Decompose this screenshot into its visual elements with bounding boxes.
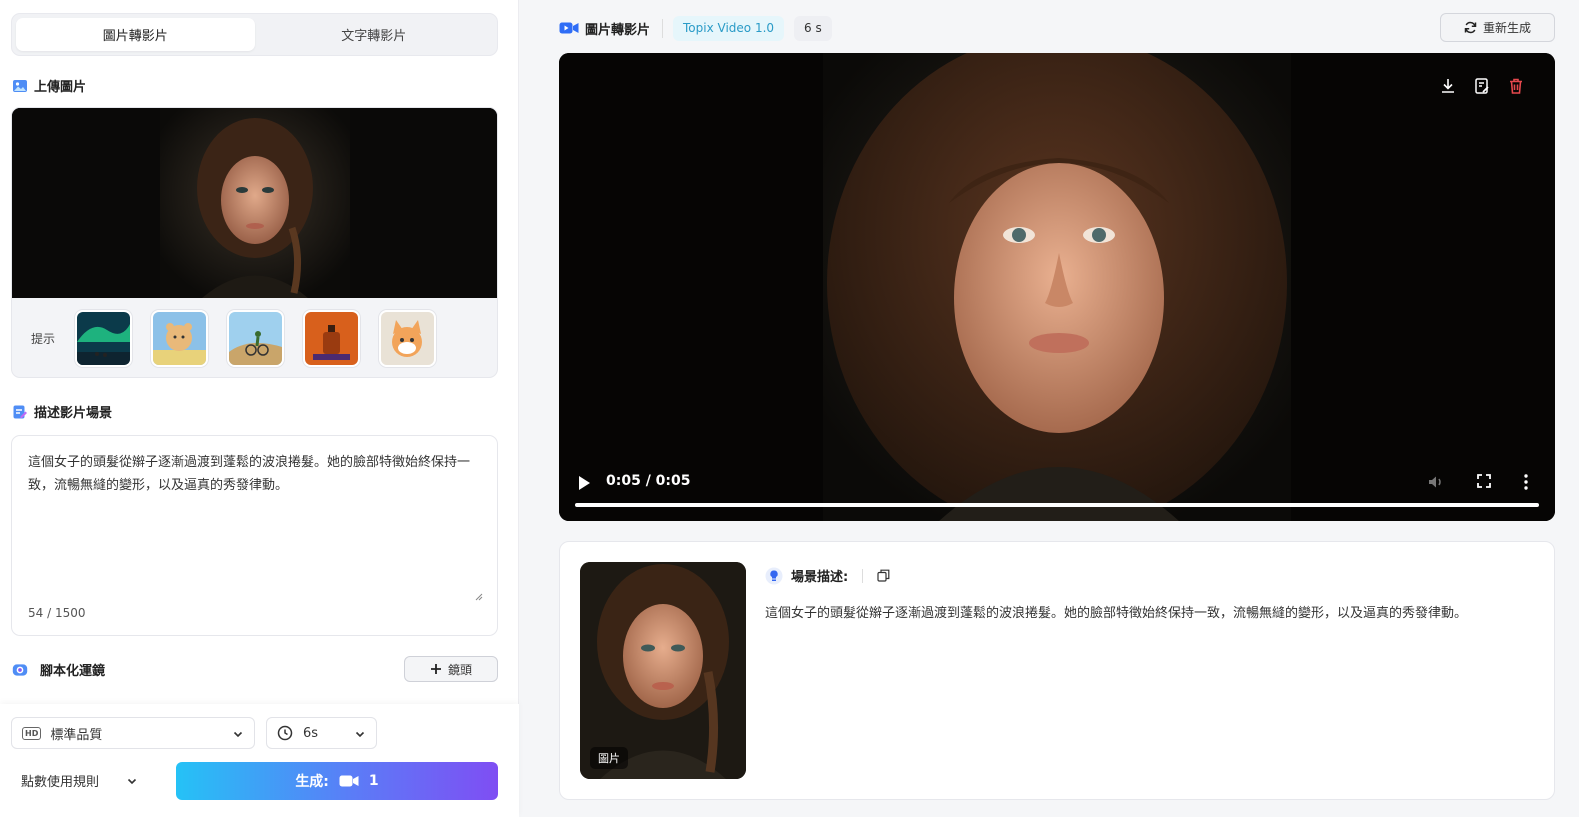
mode-tabs: 圖片轉影片 文字轉影片 (11, 13, 498, 56)
generate-label: 生成: (295, 774, 329, 790)
clock-icon (277, 725, 293, 741)
credit-rules-label: 點數使用規則 (21, 775, 100, 790)
video-frame (559, 53, 1555, 521)
video-controls: 0:05 / 0:05 (559, 461, 1555, 521)
duration-value: 6s (303, 725, 319, 741)
result-title: 圖片轉影片 (559, 18, 664, 38)
bottom-bar: HD 標準品質 6s 點數使用規則 生成: 1 (0, 704, 519, 817)
upload-box[interactable]: 提示 (11, 107, 498, 378)
chevron-down-icon (127, 778, 137, 784)
tab-text-to-video[interactable]: 文字轉影片 (255, 18, 494, 51)
cyclist-thumb[interactable] (227, 310, 284, 367)
video-toolbar (1439, 77, 1525, 95)
upload-section-title: 上傳圖片 (12, 76, 86, 95)
model-badge: Topix Video 1.0 (673, 15, 785, 41)
video-player[interactable]: 0:05 / 0:05 (559, 53, 1555, 521)
bear-thumb[interactable] (151, 310, 208, 367)
left-panel: 圖片轉影片 文字轉影片 上傳圖片 提示 描述影片場景 這個女子的頭髮從辮子逐漸過… (0, 0, 519, 817)
copy-icon[interactable] (877, 569, 890, 582)
plus-icon (430, 664, 441, 674)
description-text[interactable]: 這個女子的頭髮從辮子逐漸過渡到蓬鬆的波浪捲髮。她的臉部特徵始終保持一致，流暢無縫… (28, 452, 483, 498)
video-camera-icon (339, 775, 359, 787)
video-progress-bar[interactable] (575, 503, 1539, 507)
scene-header: 場景描述: (765, 566, 890, 585)
edit-icon[interactable] (1473, 77, 1491, 95)
storyboard-section-title: 腳本化運鏡 (12, 660, 105, 679)
description-section-title: 描述影片場景 (12, 402, 112, 421)
cat-thumb[interactable] (379, 310, 436, 367)
uploaded-image[interactable] (12, 108, 497, 298)
quality-select[interactable]: HD 標準品質 (11, 717, 255, 749)
description-input[interactable]: 這個女子的頭髮從辮子逐漸過渡到蓬鬆的波浪捲髮。她的臉部特徵始終保持一致，流暢無縫… (11, 435, 498, 636)
duration-badge: 6 s (794, 15, 832, 41)
upload-title-label: 上傳圖片 (34, 80, 87, 95)
camera-icon (12, 662, 28, 678)
chevron-down-icon (233, 731, 243, 738)
credit-rules-dropdown[interactable]: 點數使用規則 (21, 771, 137, 790)
download-icon[interactable] (1439, 77, 1457, 95)
volume-icon[interactable] (1427, 473, 1445, 491)
refresh-icon (1464, 21, 1477, 34)
play-icon[interactable] (577, 475, 591, 491)
divider (862, 568, 864, 583)
image-tag: 圖片 (590, 747, 628, 769)
scene-card: 圖片 場景描述: 這個女子的頭髮從辮子逐漸過渡到蓬鬆的波浪捲髮。她的臉部特徵始終… (559, 541, 1555, 800)
tab-image-to-video[interactable]: 圖片轉影片 (16, 18, 255, 51)
edit-note-icon (12, 404, 28, 420)
video-time: 0:05 / 0:05 (606, 473, 691, 489)
bulb-icon (765, 567, 783, 584)
chevron-down-icon (355, 731, 365, 738)
add-shot-label: 鏡頭 (447, 662, 472, 677)
scene-title: 場景描述: (791, 570, 849, 585)
delete-icon[interactable] (1507, 77, 1525, 95)
add-shot-button[interactable]: 鏡頭 (404, 656, 498, 682)
hint-row: 提示 (12, 298, 497, 377)
storyboard-title-label: 腳本化運鏡 (40, 664, 106, 679)
hd-icon: HD (22, 726, 42, 740)
aurora-thumb[interactable] (75, 310, 132, 367)
image-icon (12, 78, 28, 94)
perfume-thumb[interactable] (303, 310, 360, 367)
generate-cost: 1 (368, 773, 379, 789)
description-title-label: 描述影片場景 (34, 406, 113, 421)
resize-handle-icon[interactable] (473, 591, 483, 601)
character-count: 54 / 1500 (28, 606, 86, 620)
more-options-icon[interactable] (1523, 473, 1529, 491)
fullscreen-icon[interactable] (1476, 473, 1492, 489)
scene-description: 這個女子的頭髮從辮子逐漸過渡到蓬鬆的波浪捲髮。她的臉部特徵始終保持一致，流暢無縫… (765, 606, 1468, 621)
duration-select[interactable]: 6s (266, 717, 377, 749)
video-camera-icon (559, 22, 579, 34)
regenerate-button[interactable]: 重新生成 (1440, 13, 1555, 42)
regenerate-label: 重新生成 (1482, 21, 1531, 35)
scene-thumbnail[interactable]: 圖片 (580, 562, 746, 779)
generate-button[interactable]: 生成: 1 (176, 762, 498, 800)
hint-label: 提示 (31, 332, 56, 346)
result-header: 圖片轉影片 Topix Video 1.0 6 s (559, 14, 832, 42)
result-title-label: 圖片轉影片 (585, 22, 651, 38)
quality-value: 標準品質 (50, 727, 103, 743)
